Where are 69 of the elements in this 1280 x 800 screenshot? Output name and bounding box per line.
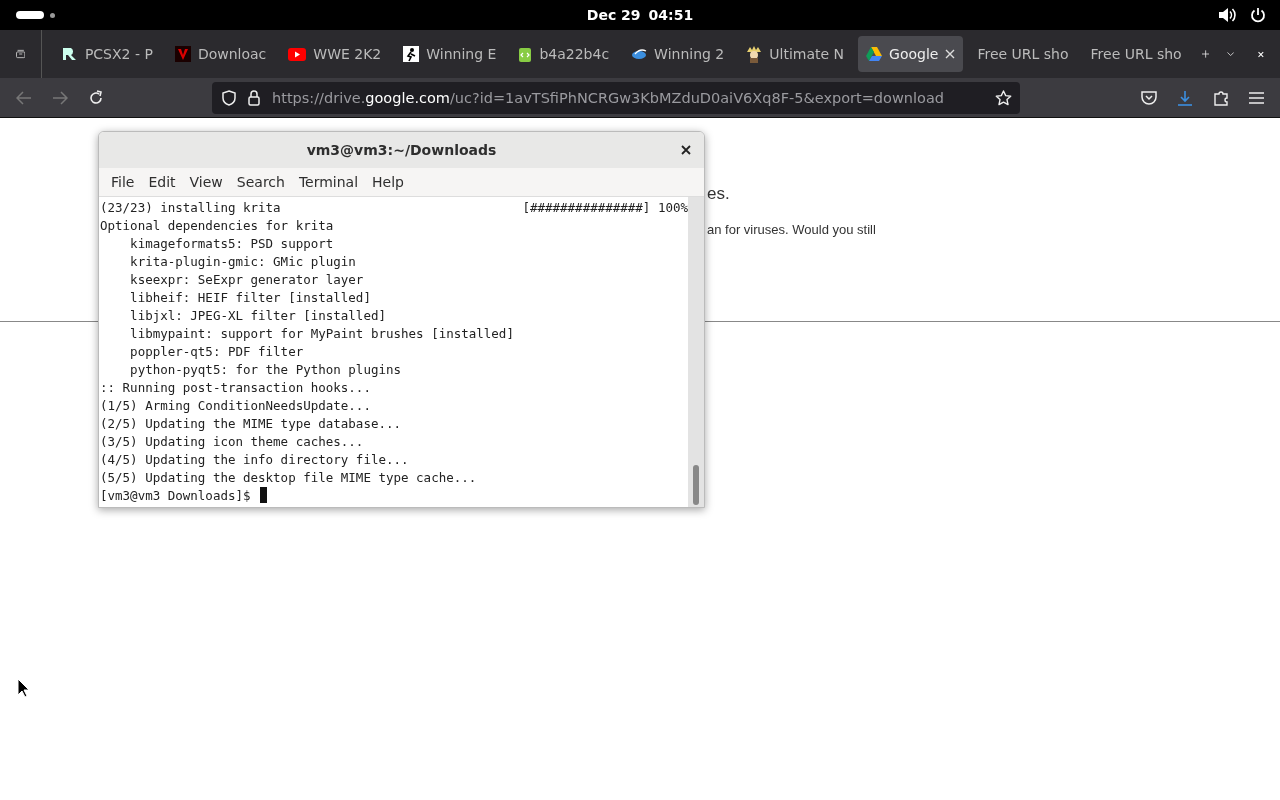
download-icon[interactable] (1177, 89, 1193, 106)
progress-text: [###############] 100% (522, 199, 688, 215)
terminal-output-line: krita-plugin-gmic: GMic plugin (129, 253, 356, 269)
terminal-output-line: kseexpr: SeExpr generator layer (129, 271, 364, 287)
volume-icon[interactable] (1218, 7, 1236, 23)
terminal-output-line: (5/5) Updating the desktop file MIME type cache... (100, 469, 477, 485)
menu-item[interactable]: Search (230, 172, 291, 192)
figure-icon (403, 46, 420, 62)
menu-item[interactable]: File (105, 172, 141, 192)
browser-tab[interactable]: Downloac (166, 36, 275, 72)
terminal-output-line: (4/5) Updating the info directory file... (100, 451, 409, 467)
terminal-output-line: python-pyqt5: for the Python plugins (129, 361, 402, 377)
scrollbar[interactable] (688, 197, 704, 507)
time-text[interactable]: 04:51 (648, 7, 694, 23)
terminal-output-line: :: Running post-transaction hooks... (100, 379, 371, 395)
terminal-output-line: (3/5) Updating icon theme caches... (100, 433, 364, 449)
logo-icon (174, 46, 191, 62)
power-icon[interactable] (1250, 7, 1266, 23)
new-tab-icon[interactable] (1201, 47, 1209, 61)
shell-prompt: [vm3@vm3 Downloads]$ (100, 487, 251, 503)
robot-icon (518, 45, 533, 63)
play-icon (288, 47, 307, 61)
window-title: vm3@vm3:~/Downloads (306, 142, 497, 158)
terminal-output-line: poppler-qt5: PDF filter (129, 343, 304, 359)
triangle-icon (866, 47, 883, 61)
page-heading-text: es. (707, 184, 731, 204)
mouse-pointer-icon (17, 678, 30, 698)
browser-tab[interactable]: b4a22b4c (510, 36, 618, 72)
terminal-output-line: Optional dependencies for krita (100, 217, 334, 233)
browser-tab[interactable]: WWE 2K2 (280, 36, 390, 72)
pocket-icon[interactable] (1141, 90, 1157, 105)
browser-tab[interactable]: Ultimate N (738, 36, 853, 72)
browser-tab[interactable]: Free URL sho (1082, 36, 1190, 72)
lock-icon[interactable] (248, 89, 260, 106)
terminal-output-line: (23/23) installing krita (100, 199, 281, 215)
terminal-output-line: libheif: HEIF filter [installed] (129, 289, 371, 305)
address-bar[interactable]: https://drive.google.com/uc?id=1avTSfiPhNCRGw3KbMZduD0aiV6Xq8F-5&export=download (212, 81, 1020, 114)
terminal-output-line: (2/5) Updating the MIME type database... (100, 415, 402, 431)
menu-item[interactable]: View (183, 172, 229, 192)
menu-item[interactable]: Help (366, 172, 410, 192)
logo-icon (61, 47, 78, 61)
terminal-output-line: (1/5) Arming ConditionNeedsUpdate... (100, 397, 371, 413)
browser-tab[interactable]: Winning 2 (623, 36, 733, 72)
page-paragraph-text: an for viruses. Would you still (707, 222, 877, 237)
terminal-output-line: kimageformats5: PSD support (129, 235, 334, 251)
close-icon[interactable] (681, 145, 691, 155)
menu-item[interactable]: Edit (142, 172, 182, 192)
browser-tab[interactable]: PCSX2 - P (53, 36, 161, 72)
url-text: https://drive.google.com/uc?id=1avTSfiPhNCRGw3KbMZduD0aiV6Xq8F-5&export=download (272, 89, 944, 106)
browser-tab[interactable]: Winning E (395, 36, 505, 72)
bird-icon (631, 48, 648, 60)
menu-item[interactable]: Terminal (292, 172, 365, 192)
browser-tab[interactable]: Google (858, 36, 964, 72)
workspace-indicator-icon[interactable] (16, 11, 44, 19)
mascot-icon (746, 45, 763, 63)
forward-icon[interactable] (52, 90, 68, 105)
menu-icon[interactable] (1249, 91, 1264, 104)
chevron-down-icon[interactable] (1226, 50, 1235, 58)
text-cursor-icon (259, 487, 267, 503)
terminal-output-line: libmypaint: support for MyPaint brushes [installed] (129, 325, 514, 341)
terminal-output-line: libjxl: JPEG-XL filter [installed] (129, 307, 386, 323)
star-icon[interactable] (995, 89, 1012, 106)
workspace-dot-icon[interactable] (50, 12, 55, 18)
date-text[interactable]: Dec 29 (586, 7, 641, 23)
puzzle-icon[interactable] (1213, 89, 1229, 106)
shield-icon[interactable] (222, 89, 236, 106)
reload-icon[interactable] (88, 89, 104, 106)
browser-tab[interactable]: Free URL sho (969, 36, 1077, 72)
back-icon[interactable] (16, 90, 32, 105)
